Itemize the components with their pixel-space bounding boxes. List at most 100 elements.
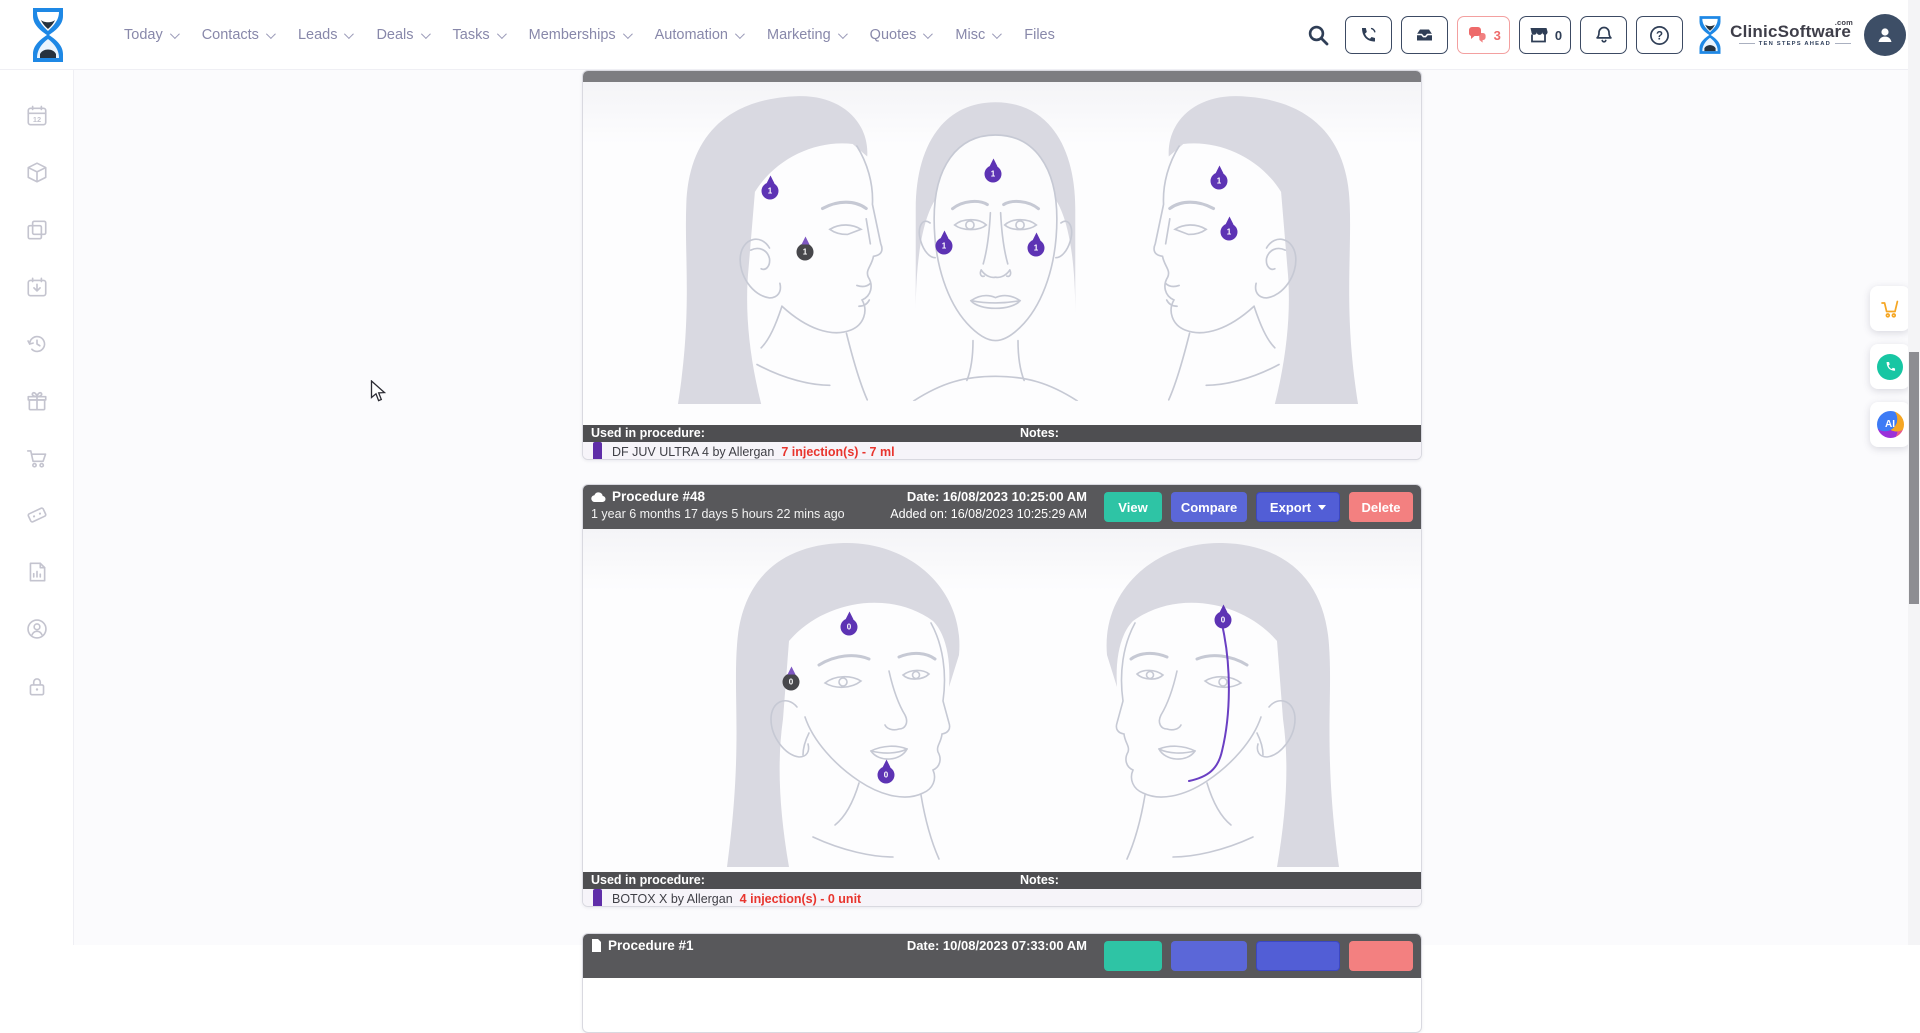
brand-hourglass-icon: [1696, 15, 1724, 55]
injection-marker[interactable]: 0: [878, 767, 895, 784]
nav-menu-tasks[interactable]: Tasks: [453, 27, 504, 43]
procedure-48-header: Procedure #48 1 year 6 months 17 days 5 …: [583, 485, 1421, 529]
whatsapp-icon: [1877, 354, 1903, 380]
chevron-down-icon: [420, 29, 430, 39]
injection-marker[interactable]: 0: [1215, 612, 1232, 629]
nav-menu-label: Misc: [955, 27, 985, 43]
calendar-icon[interactable]: 12: [25, 104, 49, 128]
compare-button[interactable]: Compare: [1171, 492, 1247, 522]
left-sidebar: 12: [0, 70, 74, 945]
app-logo-hourglass-icon[interactable]: [28, 7, 68, 63]
export-button[interactable]: Export: [1256, 492, 1340, 522]
mouse-cursor: [370, 380, 388, 404]
nav-menu-leads[interactable]: Leads: [298, 27, 352, 43]
nav-menu-memberships[interactable]: Memberships: [529, 27, 630, 43]
injection-marker[interactable]: 0: [783, 674, 800, 691]
nav-menu-misc[interactable]: Misc: [955, 27, 999, 43]
nav-menu-quotes[interactable]: Quotes: [870, 27, 931, 43]
procedure-card-top-header-sliver: [583, 71, 1421, 82]
face-front-illustration: [883, 94, 1108, 401]
product-color-chip: [593, 889, 602, 907]
help-button[interactable]: ?: [1636, 16, 1683, 54]
nav-menu-deals[interactable]: Deals: [376, 27, 427, 43]
store-count-badge: 0: [1555, 28, 1562, 43]
compare-button[interactable]: [1171, 941, 1247, 971]
injection-marker[interactable]: 1: [1221, 224, 1238, 241]
injection-marker[interactable]: 1: [762, 183, 779, 200]
inbox-icon: [1414, 25, 1435, 45]
nav-menu-label: Today: [124, 27, 163, 43]
procedure-card-48: Procedure #48 1 year 6 months 17 days 5 …: [582, 484, 1422, 907]
report-icon[interactable]: [25, 560, 49, 584]
view-button[interactable]: View: [1104, 492, 1162, 522]
vertical-scrollbar[interactable]: [1908, 0, 1920, 945]
chevron-down-icon: [735, 29, 745, 39]
history-icon[interactable]: [25, 332, 49, 356]
floating-cart-button[interactable]: [1870, 286, 1910, 331]
nav-menu-marketing[interactable]: Marketing: [767, 27, 845, 43]
delete-button[interactable]: [1349, 941, 1413, 971]
svg-text:?: ?: [1656, 30, 1663, 42]
phone-button[interactable]: [1345, 16, 1392, 54]
brand-tld: .com: [1835, 15, 1853, 30]
nav-menu-label: Contacts: [202, 27, 259, 43]
lock-icon[interactable]: [25, 674, 49, 698]
nav-right-cluster: 3 0 ?: [1307, 0, 1906, 70]
procedure-48-title: Procedure #48: [612, 489, 705, 504]
export-button-label: Export: [1270, 500, 1311, 515]
app-stage: Today Contacts Leads Deals Tasks Memberships A…: [0, 0, 1920, 945]
search-icon[interactable]: [1307, 24, 1330, 47]
store-button[interactable]: 0: [1519, 16, 1571, 54]
used-in-procedure-label: Used in procedure:: [591, 426, 705, 440]
voucher-icon[interactable]: [25, 503, 49, 527]
nav-menu-contacts[interactable]: Contacts: [202, 27, 273, 43]
user-avatar[interactable]: [1864, 14, 1906, 56]
floating-ai-button[interactable]: AI: [1870, 402, 1910, 447]
nav-menu-label: Files: [1024, 27, 1055, 43]
export-button[interactable]: [1256, 941, 1340, 971]
nav-menu-label: Deals: [376, 27, 413, 43]
injection-marker[interactable]: 1: [797, 244, 814, 261]
brand-tagline: TEN STEPS AHEAD: [1730, 41, 1851, 47]
chevron-down-icon: [923, 29, 933, 39]
copy-icon[interactable]: [25, 218, 49, 242]
chat-bubbles-icon: [1466, 25, 1488, 45]
procedure-1-title: Procedure #1: [608, 938, 694, 953]
inbox-button[interactable]: [1401, 16, 1448, 54]
product-row[interactable]: BOTOX X by Allergan 4 injection(s) - 0 u…: [583, 889, 1421, 907]
nav-menu-label: Tasks: [453, 27, 490, 43]
nav-menu-today[interactable]: Today: [124, 27, 177, 43]
clinicsoftware-brand[interactable]: ClinicSoftware.com TEN STEPS AHEAD: [1696, 15, 1851, 55]
injection-marker[interactable]: 1: [985, 166, 1002, 183]
nav-menu-files[interactable]: Files: [1024, 27, 1055, 43]
chevron-down-icon: [623, 29, 633, 39]
chevron-down-icon: [838, 29, 848, 39]
brand-name: ClinicSoftware.com: [1730, 24, 1851, 39]
nav-menu-label: Marketing: [767, 27, 831, 43]
view-button[interactable]: [1104, 941, 1162, 971]
injection-summary: 7 injection(s) - 7 ml: [781, 445, 894, 459]
nav-menu-automation[interactable]: Automation: [655, 27, 742, 43]
procedure-48-dates: Date: 16/08/2023 10:25:00 AM Added on: 1…: [890, 489, 1087, 521]
chevron-down-icon: [170, 29, 180, 39]
injection-marker[interactable]: 0: [841, 619, 858, 636]
products-box-icon[interactable]: [25, 161, 49, 185]
calendar-import-icon[interactable]: [25, 275, 49, 299]
account-icon[interactable]: [25, 617, 49, 641]
scrollbar-thumb[interactable]: [1909, 352, 1919, 604]
nav-menu-label: Memberships: [529, 27, 616, 43]
product-row[interactable]: DF JUV ULTRA 4 by Allergan 7 injection(s…: [583, 442, 1421, 460]
chat-button[interactable]: 3: [1457, 16, 1510, 54]
procedure-1-header: Procedure #1 Date: 10/08/2023 07:33:00 A…: [583, 934, 1421, 978]
delete-button[interactable]: Delete: [1349, 492, 1413, 522]
gift-icon[interactable]: [25, 389, 49, 413]
chevron-down-icon: [266, 29, 276, 39]
cart-icon[interactable]: [25, 446, 49, 470]
notes-label: Notes:: [1020, 426, 1059, 440]
notes-label: Notes:: [1020, 873, 1059, 887]
injection-marker[interactable]: 1: [1028, 240, 1045, 257]
injection-marker[interactable]: 1: [1211, 173, 1228, 190]
notifications-button[interactable]: [1580, 16, 1627, 54]
injection-marker[interactable]: 1: [936, 238, 953, 255]
floating-whatsapp-button[interactable]: [1870, 344, 1910, 389]
